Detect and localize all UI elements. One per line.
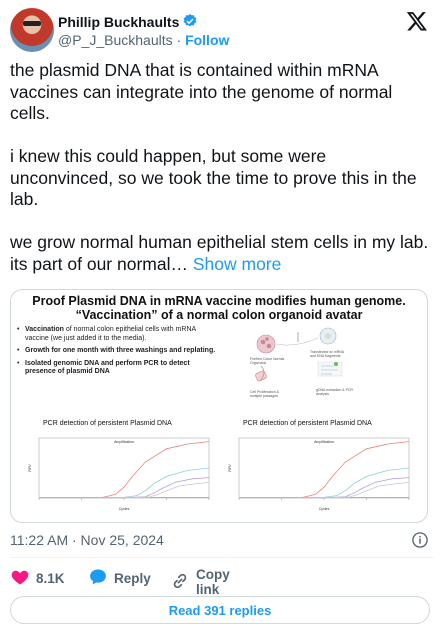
author-name[interactable]: Phillip Buckhaults (58, 14, 179, 30)
diagram-label: Cell Proliferation & multiple passages (250, 390, 279, 398)
chart-left-title: PCR detection of persistent Plasmid DNA (43, 420, 172, 427)
read-replies-button[interactable]: Read 391 replies (10, 596, 430, 624)
tweet-timestamp[interactable]: 11:22 AM · Nov 25, 2024 (10, 532, 164, 548)
pcr-chart-right: Amplification Cycles RFU (225, 432, 413, 512)
workflow-diagram: Purified Colon Normal Organoids Transfec… (246, 326, 366, 404)
diagram-label: Purified Colon Normal Organoids (250, 357, 285, 365)
diagram-label: gDNA extraction & PCR Analysis (316, 388, 353, 396)
chart-inner-title: Amplification (314, 440, 334, 444)
heart-icon (10, 567, 30, 590)
plot-area (238, 437, 410, 499)
y-axis-label: RFU (228, 464, 232, 472)
x-axis-label: Cycles (119, 507, 130, 511)
copy-link-button[interactable]: Copy link (170, 567, 230, 597)
slide-bullets: Vaccination of normal colon epithelial c… (17, 326, 217, 381)
slide-bullet: Growth for one month with three washings… (17, 347, 217, 356)
handle-separator: · (176, 32, 182, 48)
reply-button[interactable]: Reply (88, 567, 151, 590)
reply-bubble-icon (88, 567, 108, 590)
pcr-chart-left: Amplification Cycles RFU (25, 432, 213, 512)
chart-svg: Amplification Cycles RFU (28, 437, 210, 511)
likes-count: 8.1K (36, 571, 65, 586)
reply-label: Reply (114, 571, 151, 586)
tweet-media-image[interactable]: Proof Plasmid DNA in mRNA vaccine modifi… (10, 289, 428, 523)
slide-bullet: Vaccination of normal colon epithelial c… (17, 326, 217, 343)
tweet-paragraph-2: i knew this could happen, but some were … (10, 146, 422, 209)
slide-title-line-1: Proof Plasmid DNA in mRNA vaccine modifi… (32, 294, 406, 308)
x-axis-label: Cycles (319, 507, 330, 511)
show-more-link[interactable]: Show more (193, 254, 282, 274)
link-icon (170, 571, 190, 594)
slide-bullet: Isolated genomic DNA and perform PCR to … (17, 360, 217, 377)
tweet-paragraph-1: the plasmid DNA that is contained within… (10, 60, 398, 123)
chart-svg: Amplification Cycles RFU (228, 437, 410, 511)
chart-inner-title: Amplification (114, 440, 134, 444)
handle-row: @P_J_Buckhaults · Follow (58, 32, 229, 48)
author-name-row[interactable]: Phillip Buckhaults (58, 13, 198, 32)
like-button[interactable]: 8.1K (10, 567, 65, 590)
verified-badge-icon (182, 13, 198, 32)
plot-area (38, 437, 210, 499)
avatar[interactable] (10, 8, 54, 52)
diagram-label: Transfected w/ mRNA and DNA fragments (310, 350, 344, 358)
tweet-header: Phillip Buckhaults @P_J_Buckhaults · Fol… (10, 8, 434, 54)
tweet-text: the plasmid DNA that is contained within… (10, 60, 434, 275)
author-handle[interactable]: @P_J_Buckhaults (58, 32, 173, 48)
chart-right-title: PCR detection of persistent Plasmid DNA (243, 420, 372, 427)
slide-title: Proof Plasmid DNA in mRNA vaccine modifi… (11, 294, 427, 322)
copy-link-label: Copy link (196, 567, 230, 597)
y-axis-label: RFU (28, 464, 32, 472)
slide-title-line-2: “Vaccination” of a normal colon organoid… (75, 308, 363, 322)
divider (10, 557, 434, 558)
follow-button[interactable]: Follow (185, 32, 229, 48)
x-logo-icon[interactable] (406, 10, 428, 32)
info-icon[interactable] (411, 531, 429, 549)
